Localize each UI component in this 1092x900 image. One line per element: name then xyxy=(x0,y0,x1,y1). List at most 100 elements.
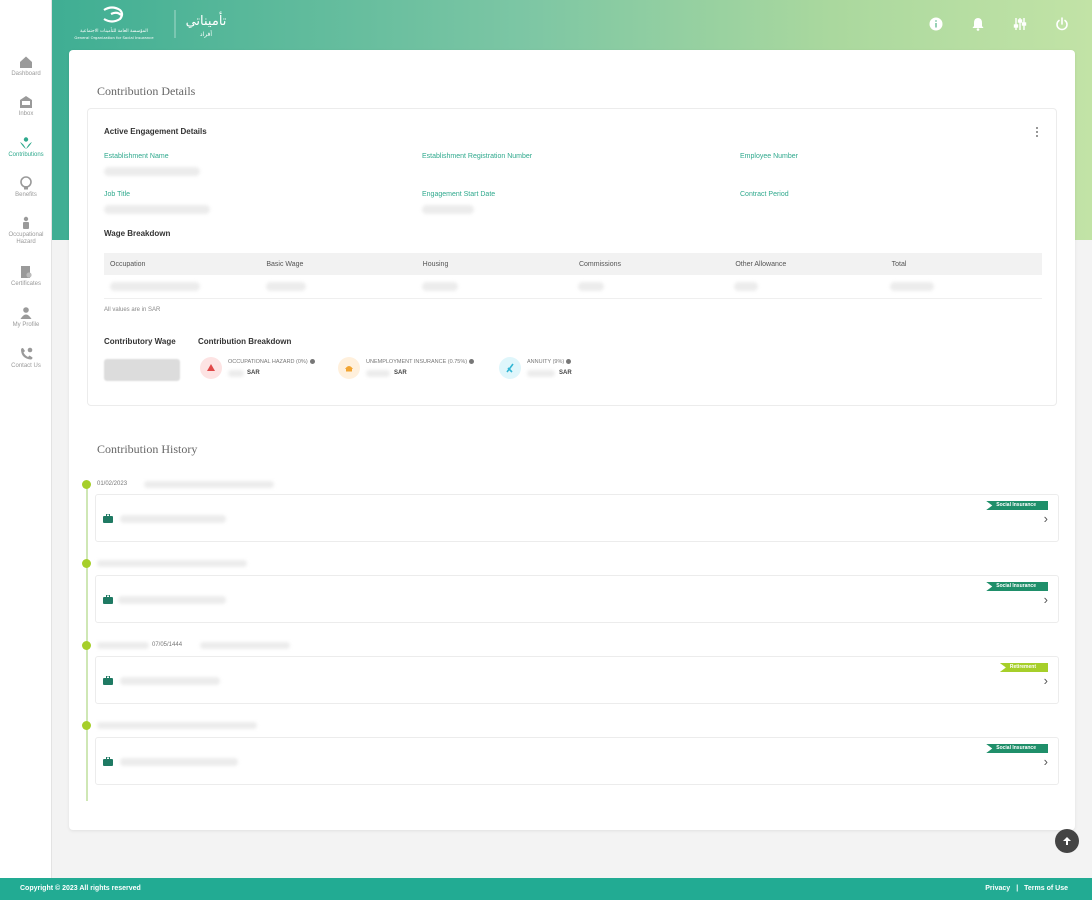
sidebar-item-my-profile[interactable]: My Profile xyxy=(0,306,52,329)
establishment-name-value xyxy=(104,167,200,176)
wage-breakdown-title: Wage Breakdown xyxy=(104,229,171,238)
wage-table-header: Occupation Basic Wage Housing Commission… xyxy=(104,253,1042,275)
privacy-link[interactable]: Privacy xyxy=(985,885,1010,892)
sidebar-item-label: Certificates xyxy=(10,281,41,287)
history-entry-card[interactable]: Retirement › xyxy=(95,656,1059,704)
more-options-icon[interactable] xyxy=(1036,127,1040,139)
copyright-text: Copyright © 2023 All rights reserved xyxy=(20,885,141,892)
job-title-value xyxy=(104,205,210,214)
certificate-icon xyxy=(21,266,32,278)
sidebar-item-label: Contact Us xyxy=(11,363,41,369)
sidebar-item-label: Occupational xyxy=(8,232,44,238)
terms-link[interactable]: Terms of Use xyxy=(1024,885,1068,892)
sidebar-item-label: My Profile xyxy=(12,322,40,328)
column-header: Commissions xyxy=(578,260,621,268)
column-header: Other Allowance xyxy=(735,260,787,268)
currency-label: SAR xyxy=(394,370,407,376)
chevron-right-icon[interactable]: › xyxy=(1044,593,1048,606)
sidebar-item-dashboard[interactable]: Dashboard xyxy=(0,55,52,78)
contract-period-label: Contract Period xyxy=(740,191,789,198)
sidebar-item-occupational-hazard[interactable]: Occupational Hazard xyxy=(0,216,52,246)
sidebar-item-certificates[interactable]: Certificates xyxy=(0,265,52,288)
sidebar-item-contributions[interactable]: Contributions xyxy=(0,136,52,159)
contribution-details-title: Contribution Details xyxy=(97,84,196,98)
sidebar-item-label: Benefits xyxy=(15,192,37,198)
main-card: Contribution Details Active Engagement D… xyxy=(69,50,1075,830)
settings-sliders-icon[interactable] xyxy=(1010,14,1030,34)
briefcase-icon xyxy=(103,514,113,523)
info-icon[interactable] xyxy=(566,359,572,365)
establishment-reg-label: Establishment Registration Number xyxy=(422,153,533,160)
gosi-logo[interactable]: المؤسسة العامة للتأمينات الاجتماعية Gene… xyxy=(66,4,162,44)
currency-label: SAR xyxy=(559,370,572,376)
timeline-dot xyxy=(82,641,91,650)
briefcase-icon xyxy=(103,595,113,604)
column-header: Basic Wage xyxy=(266,260,304,268)
column-header: Housing xyxy=(422,260,449,268)
footer: Copyright © 2023 All rights reserved Pri… xyxy=(0,878,1092,900)
tamaminati-logo[interactable]: تأميناتي أفراد xyxy=(174,8,236,40)
sidebar-item-label: Contributions xyxy=(8,152,44,158)
sidebar-item-label: Inbox xyxy=(18,111,34,117)
top-bar: المؤسسة العامة للتأمينات الاجتماعية Gene… xyxy=(0,0,1092,48)
home-icon xyxy=(20,56,32,68)
job-title-label: Job Title xyxy=(104,191,131,198)
footer-separator: | xyxy=(1016,885,1019,892)
currency-note: All values are in SAR xyxy=(104,307,161,313)
occupational-hazard-icon xyxy=(23,216,29,229)
active-engagement-card: Active Engagement Details Establishment … xyxy=(87,108,1057,406)
arrow-up-icon xyxy=(1063,837,1071,845)
contribution-breakdown-label: Contribution Breakdown xyxy=(198,337,292,346)
info-icon[interactable] xyxy=(469,359,475,365)
breakdown-name: UNEMPLOYMENT INSURANCE (0.75%) xyxy=(366,359,468,365)
sidebar-item-label: Dashboard xyxy=(11,71,41,77)
sidebar: Dashboard Inbox Contributions Benefits O… xyxy=(0,0,52,878)
annuity-icon xyxy=(499,357,521,379)
history-entry-card[interactable]: Social Insurance › xyxy=(95,494,1059,542)
employee-number-label: Employee Number xyxy=(740,153,798,160)
status-badge: Retirement xyxy=(999,663,1048,672)
status-badge: Social Insurance xyxy=(986,744,1048,753)
briefcase-icon xyxy=(103,757,113,766)
svg-text:General Organization for Socia: General Organization for Social Insuranc… xyxy=(74,35,154,40)
bell-icon[interactable] xyxy=(968,14,988,34)
timeline-dot xyxy=(82,480,91,489)
timeline-dot xyxy=(82,721,91,730)
column-header: Occupation xyxy=(110,260,146,268)
history-date: 07/05/1444 xyxy=(152,642,183,648)
table-row xyxy=(104,275,1042,299)
scroll-to-top-button[interactable] xyxy=(1055,829,1079,853)
sidebar-item-contact-us[interactable]: Contact Us xyxy=(0,347,52,370)
chevron-right-icon[interactable]: › xyxy=(1044,755,1048,768)
contributory-wage-label: Contributory Wage xyxy=(104,337,176,346)
wage-breakdown-table: Occupation Basic Wage Housing Commission… xyxy=(104,253,1042,299)
hazard-icon xyxy=(200,357,222,379)
umbrella-icon xyxy=(338,357,360,379)
contact-icon xyxy=(21,347,33,360)
establishment-name-label: Establishment Name xyxy=(104,153,169,160)
contribution-history-title: Contribution History xyxy=(97,442,198,456)
history-entry-card[interactable]: Social Insurance › xyxy=(95,737,1059,785)
contributory-wage-value xyxy=(104,359,180,381)
chevron-right-icon[interactable]: › xyxy=(1044,512,1048,525)
engagement-start-label: Engagement Start Date xyxy=(422,191,496,198)
contributions-icon xyxy=(20,137,32,149)
status-badge: Social Insurance xyxy=(986,582,1048,591)
history-entry-card[interactable]: Social Insurance › xyxy=(95,575,1059,623)
currency-label: SAR xyxy=(247,370,260,376)
sidebar-item-benefits[interactable]: Benefits xyxy=(0,176,52,199)
status-badge: Social Insurance xyxy=(986,501,1048,510)
history-date: 01/02/2023 xyxy=(97,481,128,487)
breakdown-name: ANNUITY (9%) xyxy=(527,359,565,365)
info-icon[interactable] xyxy=(309,359,315,365)
sidebar-item-inbox[interactable]: Inbox xyxy=(0,95,52,118)
briefcase-icon xyxy=(103,676,113,685)
breakdown-name: OCCUPATIONAL HAZARD (0%) xyxy=(228,359,308,365)
inbox-icon xyxy=(20,96,32,108)
active-engagement-title: Active Engagement Details xyxy=(104,127,207,136)
power-icon[interactable] xyxy=(1052,14,1072,34)
info-icon[interactable] xyxy=(926,14,946,34)
svg-text:أفراد: أفراد xyxy=(200,30,213,38)
sidebar-item-label-line2: Hazard xyxy=(16,239,36,245)
chevron-right-icon[interactable]: › xyxy=(1044,674,1048,687)
